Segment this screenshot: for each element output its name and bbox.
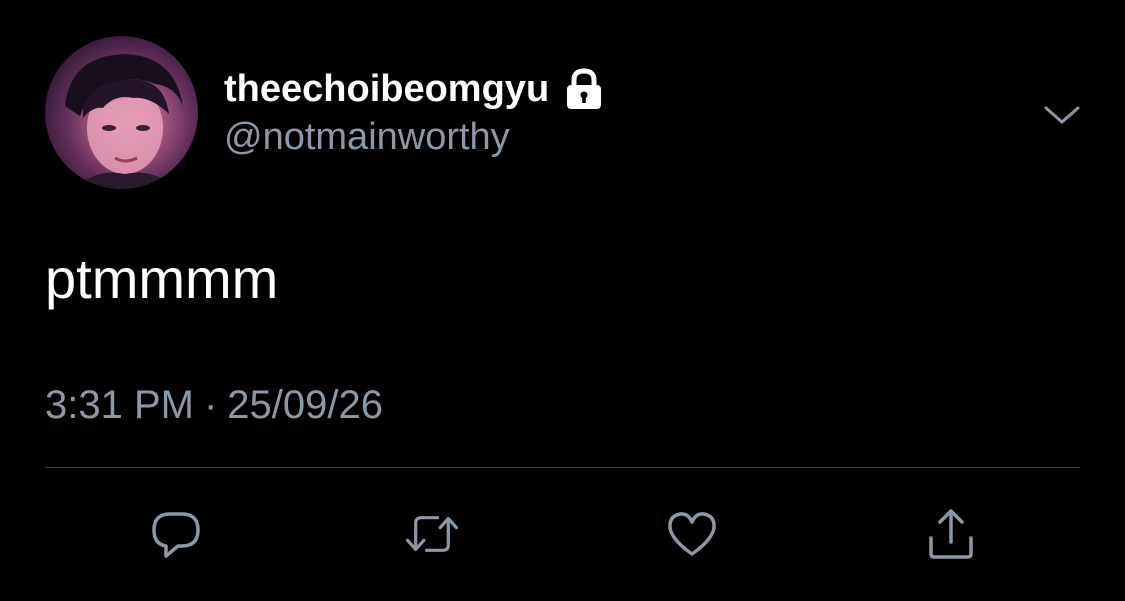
tweet: theechoibeomgyu @notmainworthy ptmmmm 3:…	[0, 0, 1125, 601]
display-name[interactable]: theechoibeomgyu	[224, 68, 549, 111]
display-name-row: theechoibeomgyu	[224, 64, 605, 114]
share-icon	[929, 509, 973, 559]
chevron-down-icon[interactable]	[1042, 96, 1082, 136]
avatar[interactable]	[45, 36, 198, 189]
divider	[45, 467, 1080, 468]
reply-icon	[152, 512, 200, 558]
heart-icon	[668, 512, 716, 556]
retweet-button[interactable]	[403, 505, 461, 563]
tweet-time: 3:31 PM	[45, 383, 194, 427]
tweet-date: 25/09/26	[227, 383, 383, 427]
retweet-icon	[405, 516, 459, 552]
tweet-text: ptmmmm	[45, 247, 279, 310]
tweet-timestamp: 3:31 PM · 25/09/26	[45, 383, 383, 428]
separator: ·	[203, 383, 218, 427]
reply-button[interactable]	[147, 505, 205, 563]
user-handle[interactable]: @notmainworthy	[224, 116, 510, 159]
share-button[interactable]	[922, 505, 980, 563]
avatar-photo	[65, 54, 183, 189]
like-button[interactable]	[663, 505, 721, 563]
lock-icon	[563, 67, 605, 111]
